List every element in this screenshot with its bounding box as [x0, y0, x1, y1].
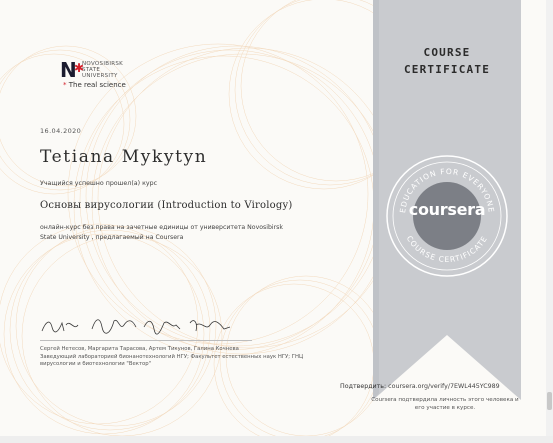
verification-line: Подтвердить: coursera.org/verify/7EWL445…: [340, 383, 500, 390]
vertical-scrollbar[interactable]: [546, 0, 553, 443]
verification-note: Coursera подтвердила личность этого чело…: [371, 397, 519, 411]
certificate-page: N ✱ NOVOSIBIRSK STATE UNIVERSITY * The r…: [0, 0, 553, 443]
verify-url[interactable]: coursera.org/verify/7EWL445YC989: [388, 383, 500, 390]
verify-label: Подтвердить:: [340, 383, 387, 390]
scrollbar-thumb[interactable]: [547, 392, 552, 410]
bottom-edge: [0, 436, 553, 443]
ribbon-title: COURSE CERTIFICATE: [403, 46, 491, 76]
coursera-logo: coursera: [408, 200, 486, 219]
